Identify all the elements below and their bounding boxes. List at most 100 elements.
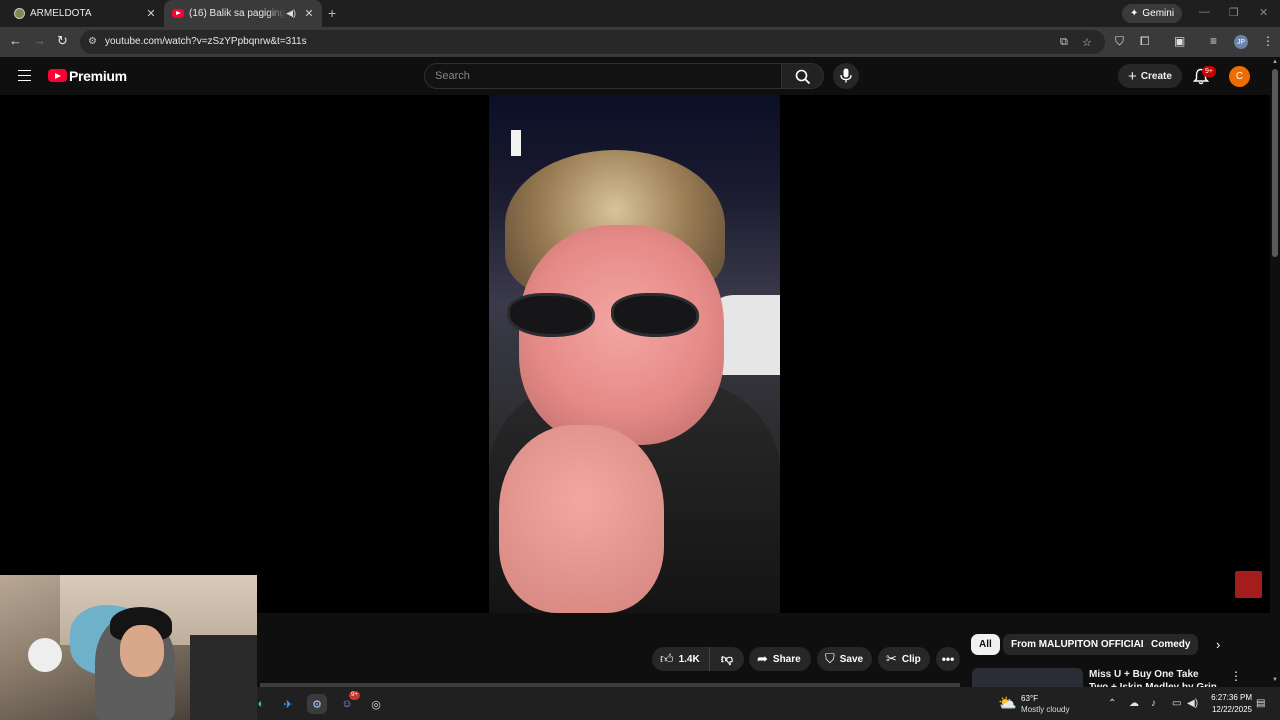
video-frame[interactable] xyxy=(489,95,780,613)
video-player[interactable] xyxy=(0,95,1270,613)
notification-center-icon[interactable]: ▤ xyxy=(1256,698,1265,709)
weather-cloud-icon[interactable]: ⛅ xyxy=(998,694,1017,712)
account-avatar[interactable]: C xyxy=(1229,66,1250,87)
chip-all[interactable]: All xyxy=(971,634,1000,655)
microphone-icon xyxy=(840,68,852,83)
save-label: Save xyxy=(839,653,864,665)
share-arrow-icon: ➦ xyxy=(757,651,768,666)
page-scrollbar[interactable]: ▲ ▼ xyxy=(1270,57,1280,687)
webcam-face xyxy=(120,625,164,677)
back-icon[interactable]: ← xyxy=(9,33,22,48)
microphone-tray-icon[interactable]: ♪ xyxy=(1151,698,1156,709)
scroll-down-icon[interactable]: ▼ xyxy=(1272,677,1278,683)
app-pinned-icon[interactable]: ✈ xyxy=(278,694,298,714)
kebab-menu-icon[interactable]: ⋮ xyxy=(1262,34,1274,48)
bookmark-star-icon[interactable]: ☆ xyxy=(1082,36,1092,49)
recommendation-thumbnail[interactable] xyxy=(972,668,1083,688)
more-horizontal-icon: ••• xyxy=(941,652,955,666)
search-box[interactable] xyxy=(424,63,782,89)
sparkle-icon: ✦ xyxy=(1130,8,1139,19)
gemini-label: Gemini xyxy=(1142,8,1175,19)
like-button[interactable]: 👍︎ 1.4K xyxy=(652,647,710,671)
url-text[interactable]: youtube.com/watch?v=zSzYPpbqnrw&t=311s xyxy=(105,36,307,47)
video-scene-hand xyxy=(499,425,664,613)
browser-tab-armeldota[interactable]: ARMELDOTA ✕ xyxy=(0,0,164,27)
webcam-shelf xyxy=(190,635,257,720)
minimize-icon[interactable]: — xyxy=(1199,6,1210,18)
split-view-icon[interactable]: ▣ xyxy=(1174,34,1185,48)
browser-tab-strip: ARMELDOTA ✕ (16) Balik sa pagiging gag ◀… xyxy=(0,0,1280,27)
chip-from-channel[interactable]: From MALUPITON OFFICIAL xyxy=(1003,634,1155,655)
new-tab-icon[interactable]: + xyxy=(328,5,336,21)
profile-avatar[interactable]: JP xyxy=(1234,35,1248,49)
browser-tab-youtube[interactable]: (16) Balik sa pagiging gag ◀) ✕ xyxy=(164,0,322,27)
network-icon[interactable]: ▭ xyxy=(1172,698,1181,709)
bookmark-icon: ⛉ xyxy=(825,651,835,666)
chip-comedy[interactable]: Comedy xyxy=(1143,634,1199,655)
notification-count-badge: 9+ xyxy=(1202,66,1216,77)
save-button[interactable]: ⛉ Save xyxy=(817,647,872,671)
video-scene-light xyxy=(511,130,521,156)
chevron-right-icon[interactable]: › xyxy=(1216,637,1220,652)
forward-icon[interactable]: → xyxy=(33,33,46,48)
clip-button[interactable]: ✂ Clip xyxy=(878,647,930,671)
close-tab-icon[interactable]: ✕ xyxy=(302,7,316,20)
create-button[interactable]: + Create xyxy=(1118,64,1182,88)
recommendation-title[interactable]: Miss U + Buy One Take Two + Iskin Medley… xyxy=(1089,668,1219,687)
recommendation-menu-icon[interactable]: ⋮ xyxy=(1230,669,1242,683)
restore-icon[interactable]: ❐ xyxy=(1229,6,1239,19)
weather-temperature[interactable]: 63°F xyxy=(1021,694,1038,703)
like-count: 1.4K xyxy=(678,653,700,665)
thumbs-down-icon: 👎︎ xyxy=(720,651,734,666)
share-button[interactable]: ➦ Share xyxy=(749,647,811,671)
tab-title: ARMELDOTA xyxy=(30,8,92,19)
volume-icon[interactable]: ◀) xyxy=(1187,698,1198,709)
reload-icon[interactable]: ↻ xyxy=(57,33,68,49)
thumbs-up-icon: 👍︎ xyxy=(660,651,674,666)
create-label: Create xyxy=(1140,70,1172,82)
tab-title: (16) Balik sa pagiging gag xyxy=(189,8,286,19)
discord-badge: 9+ xyxy=(349,691,360,700)
scissors-icon: ✂ xyxy=(886,651,897,666)
windows-taskbar: ◐ ✈ ⚙ ☺ 9+ ◎ xyxy=(257,687,1280,720)
plus-icon: + xyxy=(1128,67,1137,85)
hamburger-menu-icon[interactable] xyxy=(18,70,31,81)
scrollbar-thumb[interactable] xyxy=(1272,69,1278,257)
youtube-masthead: Premium + Create 9+ C xyxy=(0,57,1280,95)
webcam-plush xyxy=(28,638,62,672)
search-button[interactable] xyxy=(782,63,824,89)
address-bar[interactable]: ⚙ youtube.com/watch?v=zSzYPpbqnrw&t=311s… xyxy=(80,30,1105,54)
window-close-icon[interactable]: ✕ xyxy=(1259,6,1268,19)
search-icon xyxy=(795,69,811,85)
obs-app-icon[interactable]: ◎ xyxy=(366,694,386,714)
media-queue-icon[interactable]: ≡ xyxy=(1210,34,1217,48)
speaker-icon[interactable]: ◀) xyxy=(286,8,296,19)
onedrive-cloud-icon[interactable]: ☁ xyxy=(1129,698,1139,709)
dislike-button[interactable]: 👎︎ xyxy=(710,647,744,671)
voice-search-button[interactable] xyxy=(833,63,859,89)
more-actions-button[interactable]: ••• xyxy=(936,647,960,671)
clip-label: Clip xyxy=(901,653,921,665)
clock-date[interactable]: 12/22/2025 xyxy=(1208,705,1252,714)
search-input[interactable] xyxy=(435,68,765,84)
site-info-icon[interactable]: ⚙ xyxy=(88,36,97,47)
gemini-button[interactable]: ✦ Gemini xyxy=(1122,4,1183,23)
shield-extension-icon[interactable]: ⛉ xyxy=(1115,34,1124,49)
share-label: Share xyxy=(772,653,801,665)
weather-description[interactable]: Mostly cloudy xyxy=(1021,705,1069,714)
cast-icon[interactable]: ⧉ xyxy=(1060,36,1068,49)
browser-toolbar: ← → ↻ ⚙ youtube.com/watch?v=zSzYPpbqnrw&… xyxy=(0,27,1280,57)
close-tab-icon[interactable]: ✕ xyxy=(144,7,158,20)
channel-watermark-icon[interactable] xyxy=(1235,571,1262,598)
video-scene-sunglasses xyxy=(507,285,707,343)
youtube-logo-icon[interactable] xyxy=(48,69,67,82)
like-dislike-group: 👍︎ 1.4K 👎︎ xyxy=(652,647,744,671)
webcam-overlay xyxy=(0,575,257,720)
edge-app-icon[interactable]: ◐ xyxy=(251,694,271,714)
extensions-puzzle-icon[interactable]: ⧠ xyxy=(1140,34,1150,49)
steam-app-icon[interactable]: ⚙ xyxy=(307,694,327,714)
tray-chevron-up-icon[interactable]: ⌃ xyxy=(1108,698,1116,709)
scroll-up-icon[interactable]: ▲ xyxy=(1272,59,1278,65)
clock-time[interactable]: 6:27:36 PM xyxy=(1208,693,1252,702)
youtube-premium-wordmark[interactable]: Premium xyxy=(69,68,127,84)
